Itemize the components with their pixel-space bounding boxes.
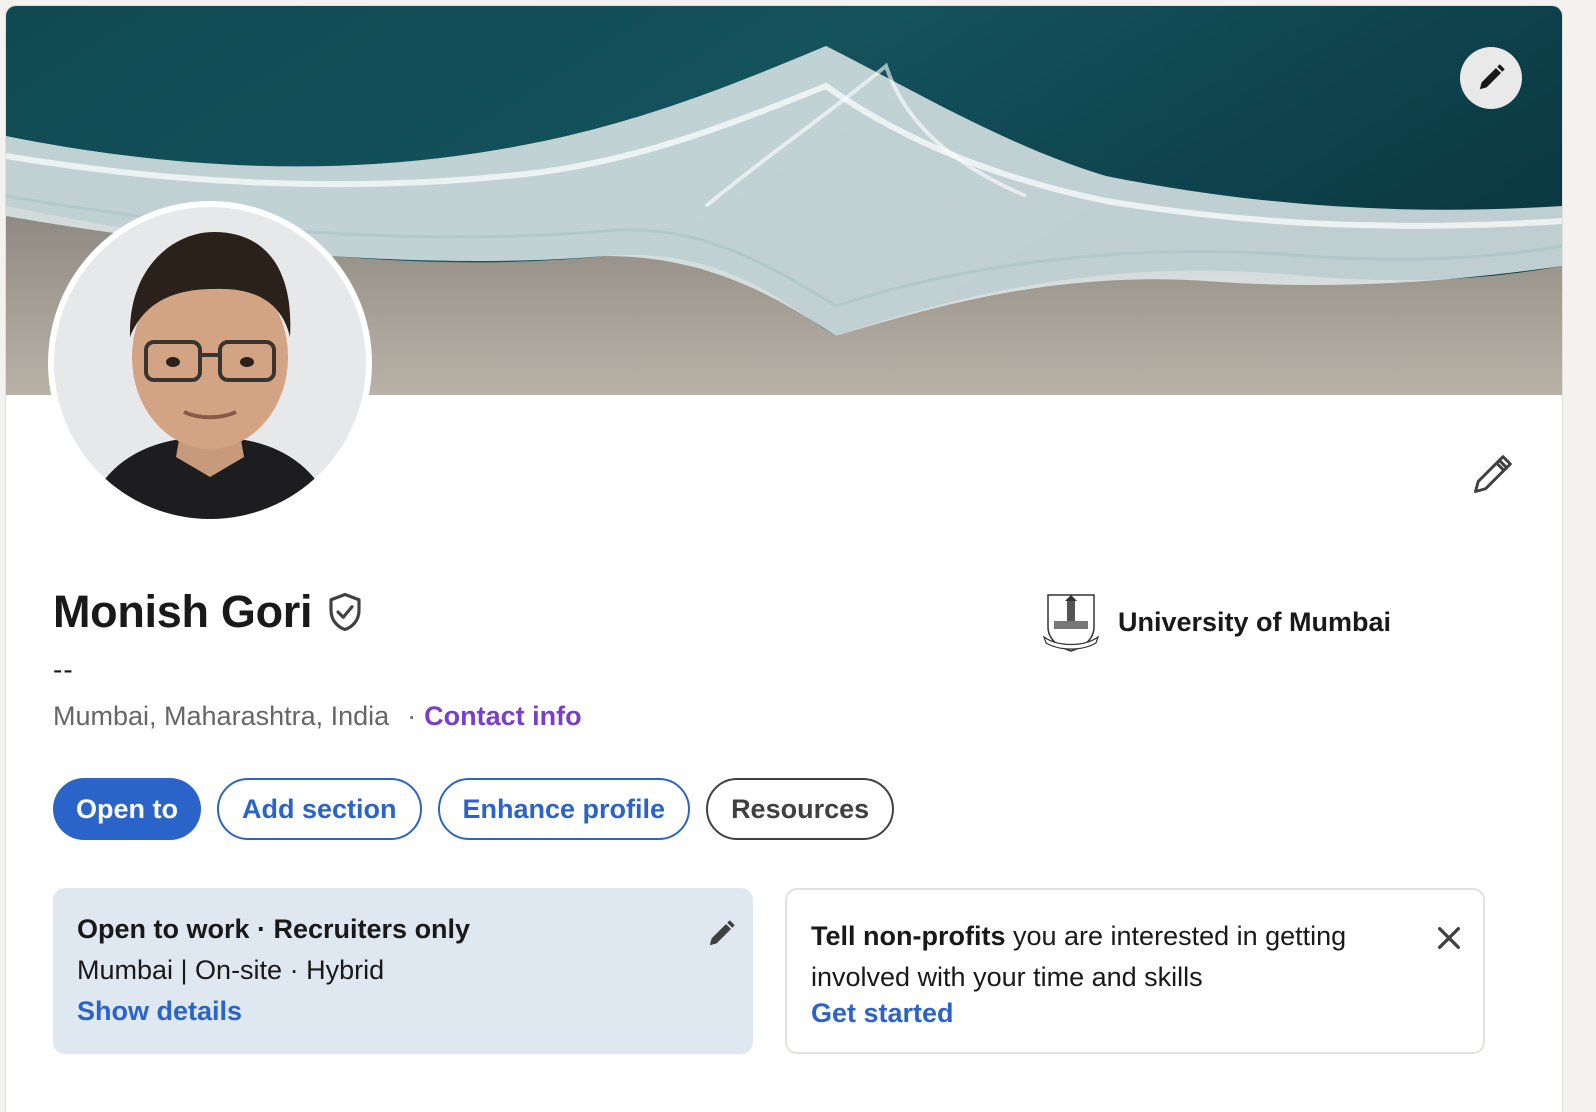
open-to-button[interactable]: Open to	[53, 778, 201, 840]
resources-button[interactable]: Resources	[706, 778, 895, 840]
university-name: University of Mumbai	[1118, 606, 1392, 637]
avatar	[54, 207, 366, 519]
university-logo-icon	[1042, 594, 1100, 652]
verified-badge[interactable]	[324, 591, 366, 633]
pencil-icon	[1479, 64, 1505, 90]
education-item[interactable]: University of Mumbai	[1040, 591, 1391, 653]
profile-location: Mumbai, Maharashtra, India	[53, 701, 390, 731]
cover-edit-button[interactable]	[1460, 47, 1522, 109]
open-to-work-title: Open to work · Recruiters only	[77, 914, 471, 944]
show-details-link[interactable]: Show details	[77, 996, 729, 1027]
intro-edit-button[interactable]	[1466, 449, 1518, 501]
contact-info-link[interactable]: Contact info	[424, 701, 581, 732]
separator-dot: ·	[407, 701, 417, 731]
get-started-link[interactable]: Get started	[811, 998, 1459, 1029]
enhance-profile-button[interactable]: Enhance profile	[437, 778, 691, 840]
nonprofit-bold-text: Tell non-profits	[811, 921, 1006, 951]
close-icon	[1438, 927, 1460, 949]
pencil-icon	[1474, 455, 1512, 493]
nonprofit-text: Tell non-profits you are interested in g…	[811, 916, 1391, 998]
nonprofit-close-button[interactable]	[1429, 918, 1469, 958]
profile-card: Monish Gori -- Mumbai, Maharashtra, Indi…	[6, 6, 1562, 1112]
profile-photo[interactable]	[54, 207, 366, 519]
name-row: Monish Gori	[53, 586, 366, 638]
open-to-work-edit-button[interactable]	[703, 916, 739, 952]
profile-headline: --	[53, 654, 74, 685]
add-section-button[interactable]: Add section	[217, 778, 422, 840]
profile-name: Monish Gori	[53, 586, 313, 637]
open-to-work-details: Mumbai | On-site · Hybrid	[77, 955, 385, 985]
pencil-icon	[709, 920, 735, 946]
shield-check-icon	[329, 592, 361, 632]
open-to-work-card: Open to work · Recruiters only Mumbai | …	[53, 888, 753, 1054]
nonprofit-card: Tell non-profits you are interested in g…	[785, 888, 1485, 1054]
profile-actions: Open to Add section Enhance profile Reso…	[53, 778, 895, 840]
location-row: Mumbai, Maharashtra, India · Contact inf…	[53, 701, 582, 732]
